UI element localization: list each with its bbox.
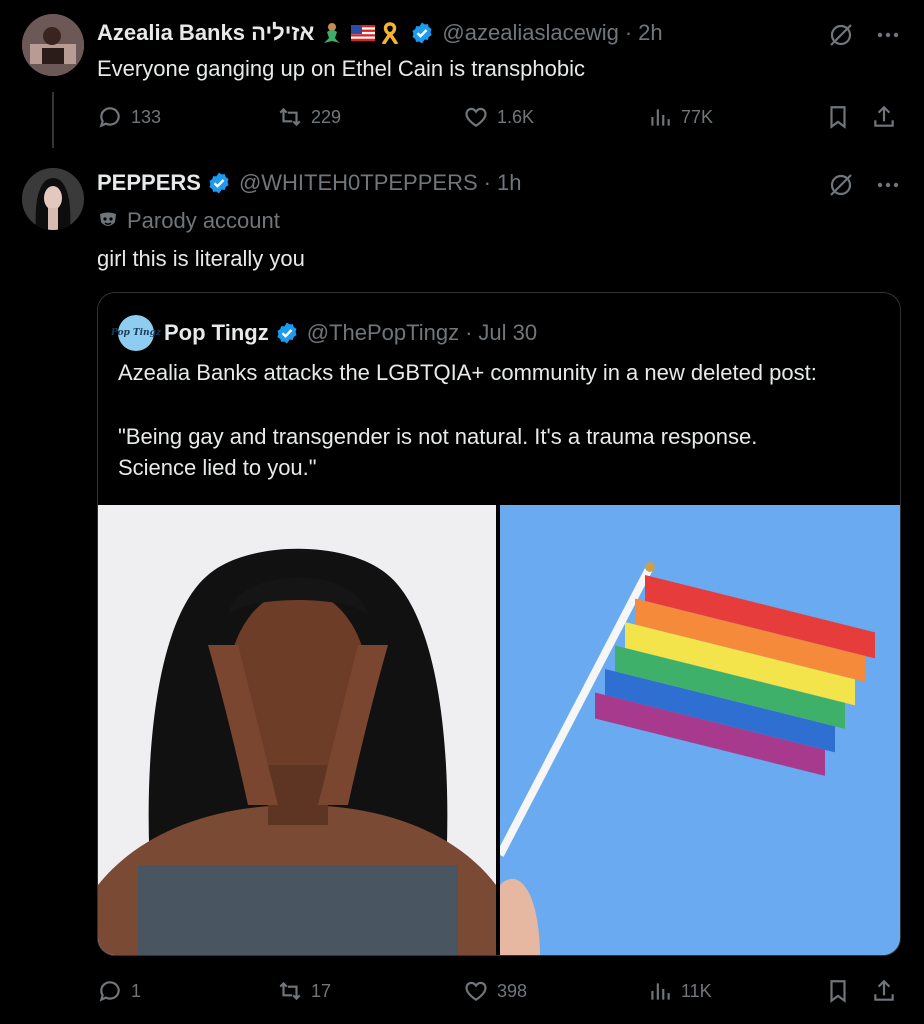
separator-dot: · [465,320,473,345]
views-icon [651,109,670,126]
quoted-tweet-line-2: "Being gay and transgender is not natura… [118,424,758,449]
tweet-peppers[interactable]: PEPPERS @WHITEH0TPEPPERS · 1h Parody acc… [0,150,924,1024]
mermaid-emoji-icon [320,22,344,44]
timestamp: Jul 30 [478,320,538,345]
display-name[interactable]: Azealia Banks אזיליה [97,20,314,46]
reply-count: 1 [131,980,142,1001]
more-icon[interactable] [876,23,900,47]
views-button[interactable]: 77K [647,104,713,130]
quoted-image-pride-flag[interactable] [500,505,900,955]
action-bar: 133 229 1.6K 77K [97,102,902,132]
timestamp[interactable]: 1h [497,170,521,196]
verified-icon [209,172,229,194]
handle[interactable]: @WHITEH0TPEPPERS [239,170,478,196]
more-icon[interactable] [876,173,900,197]
quoted-image-portrait[interactable] [98,505,496,955]
views-icon [651,983,670,1000]
verified-icon [412,22,432,44]
parody-mask-icon [100,212,116,226]
repost-button[interactable]: 17 [277,978,331,1004]
tweet-header: Azealia Banks אזיליה @azealiaslacewig · … [97,20,663,46]
bookmark-icon [830,106,846,129]
avatar[interactable] [22,14,84,76]
reply-button[interactable]: 1 [97,978,141,1004]
like-icon [465,107,487,127]
share-icon [874,105,894,127]
like-icon [465,981,487,1001]
repost-icon [279,981,301,1001]
reply-count: 133 [131,106,162,127]
timestamp[interactable]: 2h [638,20,662,46]
separator-dot: · [624,20,633,45]
separator-dot: · [483,170,491,195]
bookmark-icon [830,980,846,1003]
views-button[interactable]: 11K [647,978,712,1004]
repost-count: 229 [311,106,342,127]
quoted-tweet-header: Pop Tingz Pop Tingz @ThePopTingz · Jul 3… [111,315,538,351]
us-flag-emoji-icon [350,22,376,44]
quoted-tweet-line-1: Azealia Banks attacks the LGBTQIA+ commu… [118,360,817,385]
bookmark-button[interactable] [825,104,851,130]
parody-label-text: Parody account [127,208,280,233]
action-bar: 1 17 398 11K [97,976,902,1006]
parody-label: Parody account [97,208,280,234]
repost-button[interactable]: 229 [277,104,341,130]
reply-button[interactable]: 133 [97,104,161,130]
repost-count: 17 [311,980,332,1001]
tweet-header: PEPPERS @WHITEH0TPEPPERS · 1h [97,170,521,196]
like-button[interactable]: 1.6K [463,104,534,130]
reply-icon [99,107,120,128]
ribbon-emoji-icon [380,22,404,45]
verified-icon [277,322,297,344]
like-count: 1.6K [497,106,535,127]
like-button[interactable]: 398 [463,978,527,1004]
like-count: 398 [497,980,528,1001]
bookmark-button[interactable] [825,978,851,1004]
tweet-top-controls [828,22,900,48]
avatar[interactable]: Pop Tingz [111,315,161,351]
display-name: Pop Tingz [164,320,269,345]
tweet-text: Everyone ganging up on Ethel Cain is tra… [97,56,585,81]
grok-icon[interactable] [828,22,854,48]
avatar[interactable] [22,168,84,230]
tweet-text: girl this is literally you [97,246,305,271]
reply-icon [99,981,120,1002]
thread-line [52,92,54,148]
share-button[interactable] [871,104,897,130]
avatar-logo-text: Pop Tingz [110,328,162,338]
tweet-top-controls [828,172,900,198]
handle: @ThePopTingz [306,320,460,345]
grok-icon[interactable] [828,172,854,198]
repost-icon [279,107,301,127]
view-count: 77K [681,106,714,127]
handle[interactable]: @azealiaslacewig [442,20,618,46]
view-count: 11K [681,980,712,1001]
share-icon [874,979,894,1001]
quoted-tweet-line-3: Science lied to you." [118,455,317,480]
display-name[interactable]: PEPPERS [97,170,201,196]
tweet-azealia[interactable]: Azealia Banks אזיליה @azealiaslacewig · … [0,0,924,150]
share-button[interactable] [871,978,897,1004]
quoted-tweet[interactable]: Pop Tingz Pop Tingz @ThePopTingz · Jul 3… [97,292,901,956]
